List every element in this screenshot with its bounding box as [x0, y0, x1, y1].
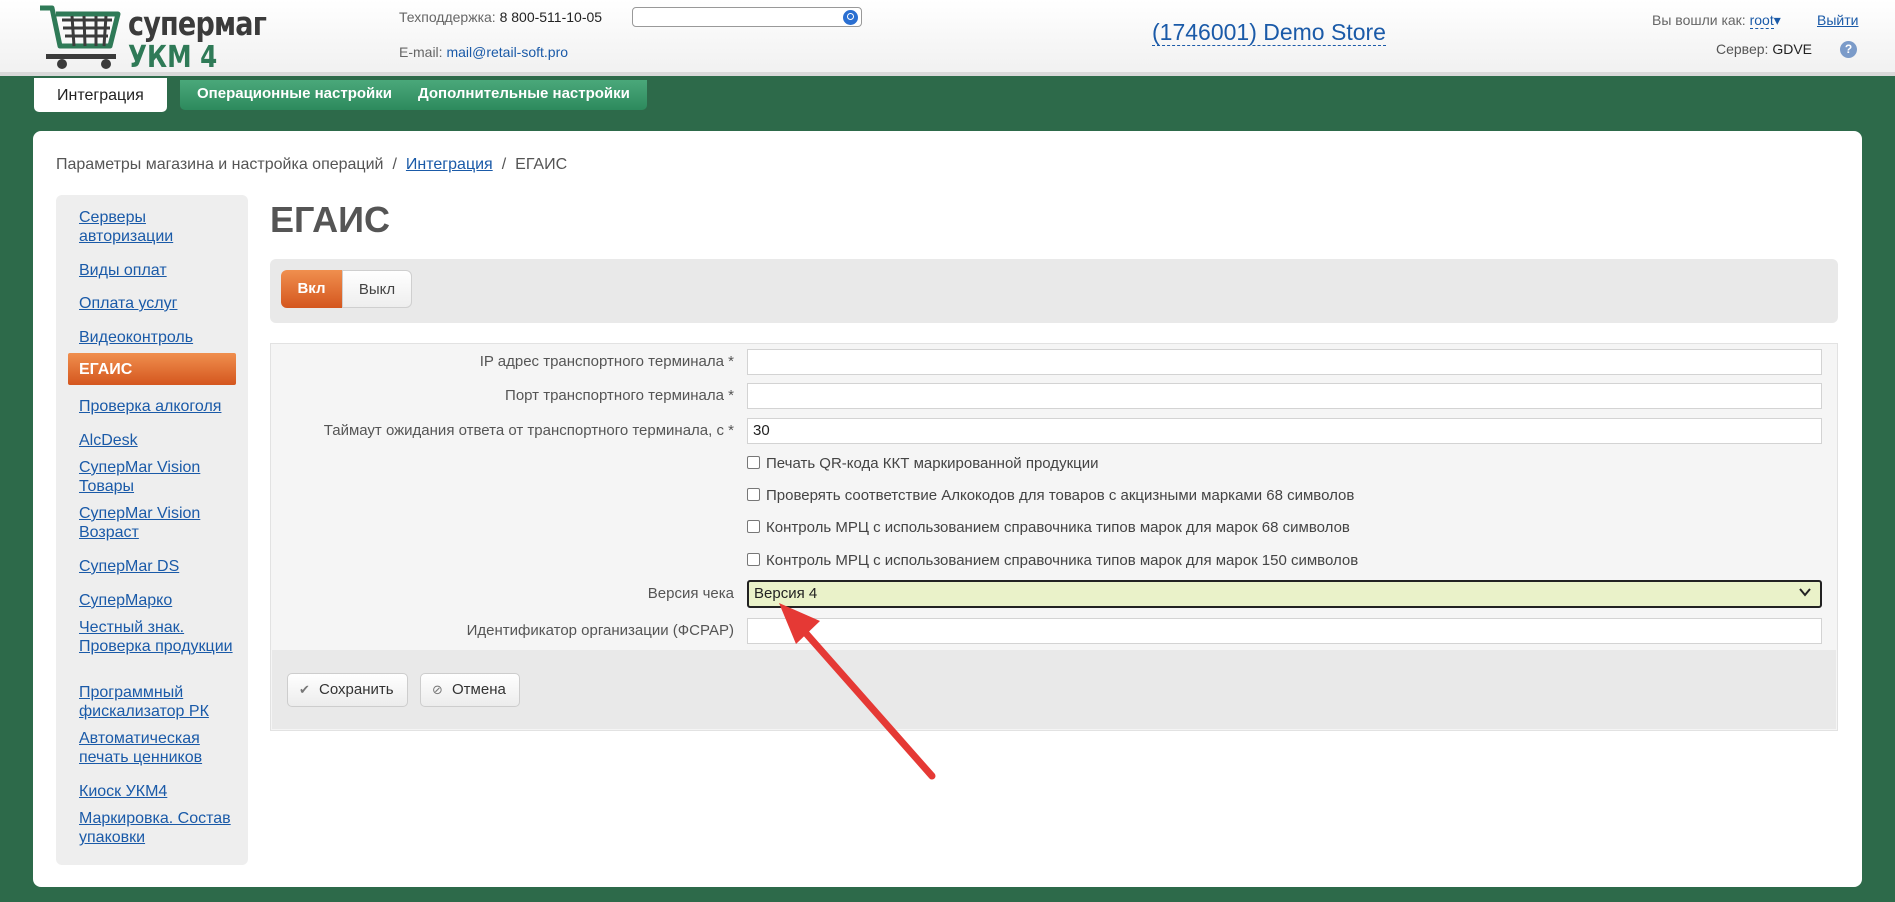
enable-toggle-panel: Вкл Выкл [270, 259, 1838, 323]
save-label: Сохранить [319, 681, 394, 698]
support-label: Техподдержка: [399, 9, 496, 25]
sidebar-item-marking-pack[interactable]: Маркировка. Состав упаковки [79, 809, 239, 847]
port-label: Порт транспортного терминала * [505, 387, 734, 404]
email-label: E-mail: [399, 44, 443, 60]
email-link[interactable]: mail@retail-soft.pro [446, 44, 568, 60]
breadcrumb-separator: / [501, 156, 507, 173]
search-icon[interactable] [843, 10, 858, 25]
logo[interactable]: супермаг УКМ 4 [38, 2, 267, 75]
timeout-field[interactable]: 30 [747, 418, 1822, 444]
ip-address-field[interactable] [747, 349, 1822, 375]
sidebar-item-egais[interactable]: ЕГАИС [68, 353, 236, 385]
receipt-version-select[interactable]: Версия 4 [747, 580, 1822, 608]
receipt-version-label: Версия чека [647, 585, 734, 602]
receipt-version-value: Версия 4 [754, 585, 818, 602]
server-label: Сервер: [1716, 41, 1769, 57]
help-icon[interactable]: ? [1840, 41, 1857, 58]
logo-text-top: супермаг [128, 4, 267, 43]
top-header: супермаг УКМ 4 Техподдержка: 8 800-511-1… [0, 0, 1895, 76]
tab-integration[interactable]: Интеграция [34, 78, 167, 112]
toggle-on-button[interactable]: Вкл [281, 270, 342, 308]
alcocode-check-checkbox[interactable] [747, 488, 760, 501]
user-menu[interactable]: root [1749, 12, 1774, 29]
store-title[interactable]: (1746001) Demo Store [1152, 19, 1386, 46]
breadcrumb-current: ЕГАИС [515, 156, 568, 173]
mrc-68-label: Контроль МРЦ с использованием справочник… [766, 519, 1350, 536]
ip-label: IP адрес транспортного терминала * [479, 353, 734, 370]
tab-operational-settings[interactable]: Операционные настройки [180, 80, 409, 110]
server-name: GDVE [1772, 41, 1813, 57]
support-info: Техподдержка: 8 800-511-10-05 [399, 9, 602, 25]
qr-print-checkbox[interactable] [747, 456, 760, 469]
sidebar-item-alcdesk[interactable]: AlcDesk [79, 431, 239, 450]
sidebar-item-kiosk[interactable]: Киоск УКМ4 [79, 782, 239, 801]
user-name: root [1749, 12, 1774, 28]
server-info: Сервер: GDVE [1716, 41, 1812, 57]
sidebar-item-fiscalizer-rk[interactable]: Программный фискализатор РК [79, 683, 239, 721]
breadcrumb-integration-link[interactable]: Интеграция [406, 156, 493, 173]
sidebar-item-auth-servers[interactable]: Серверы авторизации [79, 208, 239, 246]
alcocode-check-label: Проверять соответствие Алкокодов для тов… [766, 487, 1355, 504]
save-button[interactable]: ✔ Сохранить [287, 673, 408, 707]
logo-text-bottom: УКМ 4 [128, 40, 218, 75]
page-title: ЕГАИС [270, 199, 391, 240]
chevron-down-icon[interactable]: ▾ [1774, 12, 1781, 28]
sidebar-item-vision-age[interactable]: СупepMar Vision Возраст [79, 504, 239, 542]
breadcrumb: Параметры магазина и настройка операций /… [56, 156, 567, 174]
mrc-150-checkbox[interactable] [747, 553, 760, 566]
mrc-150-label: Контроль МРЦ с использованием справочник… [766, 552, 1359, 569]
tab-additional-settings[interactable]: Дополнительные настройки [401, 80, 647, 110]
search-input[interactable] [632, 7, 862, 27]
login-info: Вы вошли как: root▾ [1652, 12, 1781, 29]
sidebar-item-chestny-znak[interactable]: Честный знак. Проверка продукции [79, 618, 239, 656]
mrc-68-checkbox[interactable] [747, 520, 760, 533]
fsrar-id-field[interactable] [747, 618, 1822, 644]
sidebar-item-price-tags[interactable]: Автоматическая печать ценников [79, 729, 239, 767]
breadcrumb-separator: / [392, 156, 397, 173]
toggle-off-button[interactable]: Выкл [342, 270, 412, 308]
sidebar-item-supermarko[interactable]: СупepMapко [79, 591, 239, 610]
sidebar-item-ds[interactable]: СупepMar DS [79, 557, 239, 576]
qr-print-label: Печать QR-кода ККТ маркированной продукц… [766, 455, 1099, 472]
sidebar-item-alcohol-check[interactable]: Проверка алкоголя [79, 397, 239, 416]
cancel-icon: ⊘ [432, 682, 443, 697]
sidebar-item-vision-goods[interactable]: СупepMar Vision Товары [79, 458, 239, 496]
fsrar-label: Идентификатор организации (ФСРАР) [466, 622, 734, 639]
sidebar: Серверы авторизации Виды оплат Оплата ус… [56, 195, 248, 865]
logout-link[interactable]: Выйти [1817, 12, 1858, 28]
email-info: E-mail: mail@retail-soft.pro [399, 44, 568, 60]
chevron-down-icon [1799, 588, 1811, 597]
breadcrumb-root: Параметры магазина и настройка операций [56, 156, 384, 173]
timeout-label: Таймаут ожидания ответа от транспортного… [323, 422, 734, 439]
sidebar-item-service-payment[interactable]: Оплата услуг [79, 294, 239, 313]
check-icon: ✔ [299, 682, 310, 697]
support-phone: 8 800-511-10-05 [499, 9, 603, 25]
sidebar-item-payment-types[interactable]: Виды оплат [79, 261, 239, 280]
sidebar-item-video-control[interactable]: Видеоконтроль [79, 328, 239, 347]
cart-logo-icon [40, 5, 121, 69]
port-field[interactable] [747, 383, 1822, 409]
login-label: Вы вошли как: [1652, 12, 1746, 28]
cancel-button[interactable]: ⊘ Отмена [420, 673, 520, 707]
cancel-label: Отмена [452, 681, 506, 698]
